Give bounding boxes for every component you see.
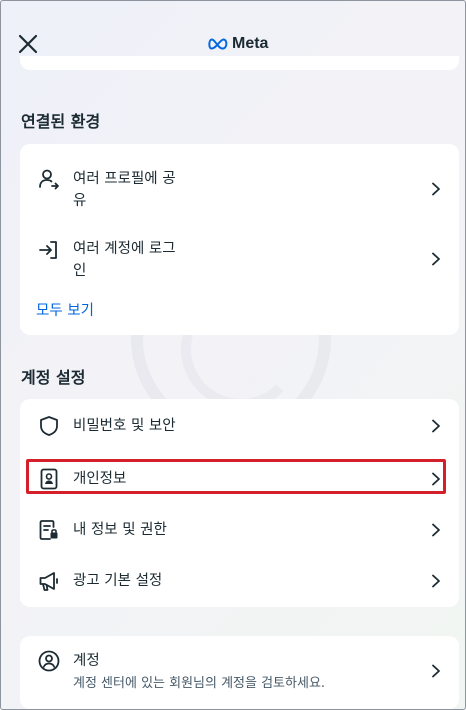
account-settings-card: 비밀번호 및 보안 개인정보 내 정보 및 권한 광고 기본 설정 — [20, 399, 459, 607]
profile-share-icon — [37, 167, 61, 191]
row-accounts[interactable]: 계정 계정 센터에 있는 회원님의 계정을 검토하세요. — [20, 636, 459, 709]
row-share-profiles[interactable]: 여러 프로필에 공 유 — [20, 154, 459, 224]
row-label-line1: 여러 프로필에 공 — [73, 171, 176, 187]
row-label-line2: 인 — [73, 263, 87, 279]
accounts-label: 계정 — [73, 653, 100, 669]
connected-experiences-card: 여러 프로필에 공 유 여러 계정에 로그 인 모두 보기 — [20, 144, 459, 335]
close-icon — [18, 34, 38, 54]
row-password-security[interactable]: 비밀번호 및 보안 — [20, 401, 459, 451]
see-all-link[interactable]: 모두 보기 — [36, 299, 94, 320]
chevron-right-icon — [432, 574, 440, 588]
id-card-icon — [37, 467, 61, 491]
close-button[interactable] — [15, 31, 41, 57]
row-label: 광고 기본 설정 — [73, 573, 163, 589]
chevron-right-icon — [432, 472, 440, 486]
accounts-card: 계정 계정 센터에 있는 회원님의 계정을 검토하세요. — [20, 636, 459, 709]
chevron-right-icon — [432, 419, 440, 433]
row-log-in-accounts[interactable]: 여러 계정에 로그 인 — [20, 224, 459, 294]
chevron-right-icon — [432, 523, 440, 537]
row-label-line1: 여러 계정에 로그 — [73, 241, 176, 257]
row-label: 비밀번호 및 보안 — [73, 418, 176, 434]
app-window: Meta 연결된 환경 여러 프로필에 공 유 여러 계정에 로그 인 모두 보… — [0, 0, 466, 710]
row-label: 내 정보 및 권한 — [73, 522, 167, 538]
logo-text: Meta — [232, 35, 269, 52]
shield-icon — [37, 414, 61, 438]
row-label: 여러 프로필에 공 유 — [73, 168, 176, 212]
row-ad-preferences[interactable]: 광고 기본 설정 — [20, 556, 459, 606]
chevron-right-icon — [432, 182, 440, 196]
chevron-right-icon — [432, 252, 440, 266]
row-info-permissions[interactable]: 내 정보 및 권한 — [20, 505, 459, 555]
accounts-sublabel: 계정 센터에 있는 회원님의 계정을 검토하세요. — [73, 676, 326, 691]
account-circle-icon — [37, 649, 61, 673]
chevron-right-icon — [432, 664, 440, 678]
info-permissions-icon — [37, 518, 61, 542]
section-title-account-settings: 계정 설정 — [21, 368, 86, 387]
meta-infinity-icon — [208, 38, 228, 50]
row-label: 여러 계정에 로그 인 — [73, 238, 176, 282]
row-label: 개인정보 — [73, 471, 127, 487]
row-label: 계정 계정 센터에 있는 회원님의 계정을 검토하세요. — [73, 650, 325, 694]
megaphone-icon — [37, 569, 61, 593]
row-personal-details[interactable]: 개인정보 — [20, 454, 459, 504]
top-card-remnant — [20, 56, 459, 70]
row-label-line2: 유 — [73, 193, 87, 209]
meta-logo: Meta — [208, 34, 268, 54]
section-title-connected: 연결된 환경 — [21, 112, 101, 131]
login-arrow-icon — [37, 238, 61, 262]
